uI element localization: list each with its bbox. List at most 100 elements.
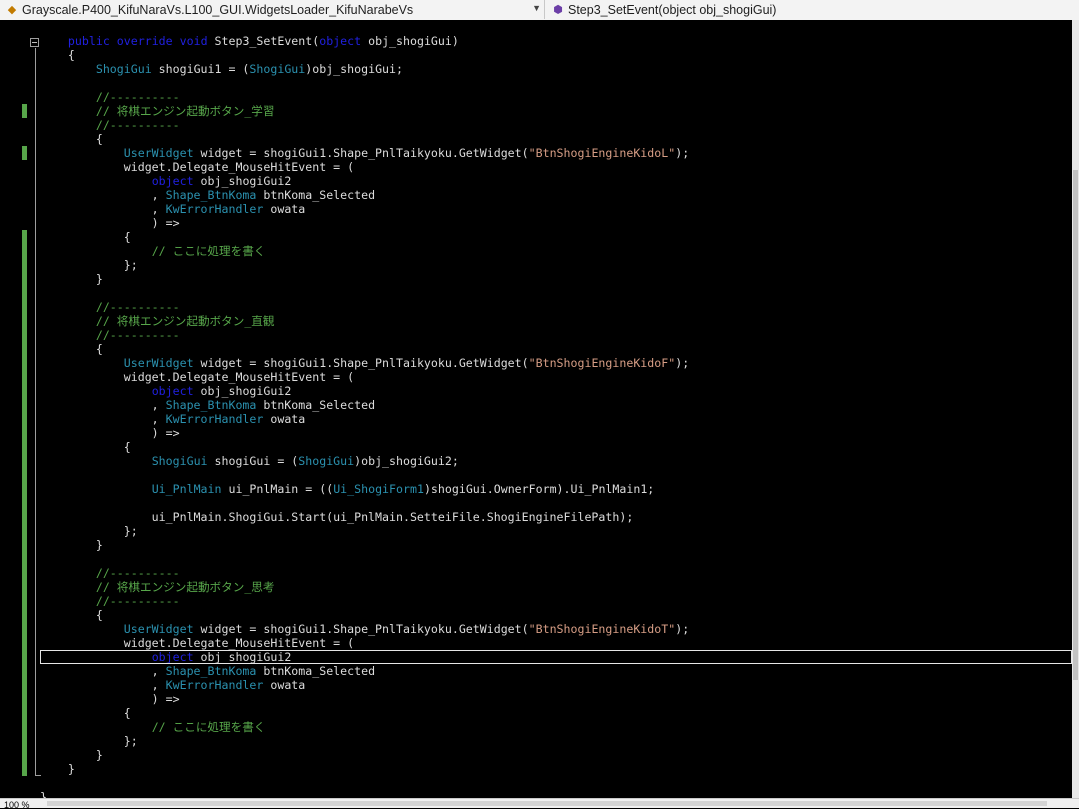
code-line[interactable]: UserWidget widget = shogiGui1.Shape_PnlT… <box>40 622 1072 636</box>
code-line[interactable]: // 将棋エンジン起動ボタン_学習 <box>40 104 1072 118</box>
code-line[interactable]: //---------- <box>40 90 1072 104</box>
code-line[interactable]: , Shape_BtnKoma btnKoma_Selected <box>40 664 1072 678</box>
plain-token: , <box>40 202 166 216</box>
editor-margin <box>0 20 41 798</box>
code-line[interactable]: { <box>40 132 1072 146</box>
code-line[interactable] <box>40 496 1072 510</box>
code-line[interactable]: , KwErrorHandler owata <box>40 202 1072 216</box>
code-line[interactable]: widget.Delegate_MouseHitEvent = ( <box>40 370 1072 384</box>
code-line[interactable]: ui_PnlMain.ShogiGui.Start(ui_PnlMain.Set… <box>40 510 1072 524</box>
string-token: "BtnShogiEngineKidoL" <box>528 146 676 160</box>
code-editor[interactable]: public override void Step3_SetEvent(obje… <box>0 20 1072 798</box>
plain-token: ui_PnlMain.ShogiGui.Start(ui_PnlMain.Set… <box>40 510 634 524</box>
horizontal-scrollbar[interactable] <box>47 801 1047 806</box>
code-line[interactable]: { <box>40 230 1072 244</box>
type-token: ShogiGui <box>151 454 208 468</box>
code-line[interactable]: { <box>40 608 1072 622</box>
keyword-token: object <box>151 384 194 398</box>
member-dropdown[interactable]: ⬢ Step3_SetEvent(object obj_shogiGui) <box>546 0 1079 19</box>
plain-token: btnKoma_Selected <box>256 398 376 412</box>
plain-token: { <box>40 440 131 454</box>
vertical-scrollbar-thumb[interactable] <box>1073 170 1078 680</box>
code-line[interactable]: } <box>40 748 1072 762</box>
code-line[interactable]: } <box>40 272 1072 286</box>
member-dropdown-text: Step3_SetEvent(object obj_shogiGui) <box>568 2 777 17</box>
plain-token: { <box>40 342 103 356</box>
zoom-level-text: 100 % <box>4 800 30 809</box>
code-line[interactable]: { <box>40 440 1072 454</box>
plain-token: widget = shogiGui1.Shape_PnlTaikyoku.Get… <box>193 146 529 160</box>
code-line[interactable]: // ここに処理を書く <box>40 720 1072 734</box>
plain-token: btnKoma_Selected <box>256 664 376 678</box>
code-line[interactable]: ShogiGui shogiGui1 = (ShogiGui)obj_shogi… <box>40 62 1072 76</box>
code-line[interactable]: public override void Step3_SetEvent(obje… <box>40 34 1072 48</box>
code-line[interactable]: , Shape_BtnKoma btnKoma_Selected <box>40 188 1072 202</box>
comment-token: // 将棋エンジン起動ボタン_学習 <box>95 104 275 118</box>
code-line[interactable]: UserWidget widget = shogiGui1.Shape_PnlT… <box>40 356 1072 370</box>
code-line[interactable]: } <box>40 762 1072 776</box>
code-line[interactable]: { <box>40 342 1072 356</box>
code-line[interactable] <box>40 76 1072 90</box>
code-line[interactable]: { <box>40 706 1072 720</box>
plain-token: , <box>40 678 166 692</box>
chevron-down-icon[interactable]: ▼ <box>532 3 541 13</box>
code-line[interactable]: //---------- <box>40 328 1072 342</box>
plain-token: ) => <box>40 426 180 440</box>
code-line[interactable]: widget.Delegate_MouseHitEvent = ( <box>40 160 1072 174</box>
code-line[interactable]: //---------- <box>40 118 1072 132</box>
code-line[interactable]: }; <box>40 258 1072 272</box>
type-token: Shape_BtnKoma <box>165 398 257 412</box>
code-line[interactable]: //---------- <box>40 566 1072 580</box>
code-line[interactable]: // ここに処理を書く <box>40 244 1072 258</box>
plain-token: } <box>40 272 103 286</box>
keyword-token: object <box>319 34 362 48</box>
code-line[interactable]: // 将棋エンジン起動ボタン_思考 <box>40 580 1072 594</box>
plain-token: obj_shogiGui2 <box>193 384 292 398</box>
code-line[interactable]: , Shape_BtnKoma btnKoma_Selected <box>40 398 1072 412</box>
code-line[interactable]: } <box>40 538 1072 552</box>
code-line[interactable] <box>40 286 1072 300</box>
current-code-line[interactable]: object obj_shogiGui2 <box>40 650 1072 664</box>
navigation-bar: ◆ Grayscale.P400_KifuNaraVs.L100_GUI.Wid… <box>0 0 1079 21</box>
code-line[interactable]: UserWidget widget = shogiGui1.Shape_PnlT… <box>40 146 1072 160</box>
plain-token: shogiGui = ( <box>207 454 299 468</box>
change-indicator <box>22 230 27 776</box>
code-line[interactable]: object obj_shogiGui2 <box>40 384 1072 398</box>
code-line[interactable]: }; <box>40 524 1072 538</box>
collapse-toggle-icon[interactable] <box>30 38 39 47</box>
zoom-level-dropdown[interactable]: 100 % <box>2 800 42 809</box>
code-line[interactable] <box>40 776 1072 790</box>
code-line[interactable]: //---------- <box>40 300 1072 314</box>
code-line[interactable]: ShogiGui shogiGui = (ShogiGui)obj_shogiG… <box>40 454 1072 468</box>
code-line[interactable]: , KwErrorHandler owata <box>40 412 1072 426</box>
plain-token: owata <box>263 412 306 426</box>
vertical-scrollbar[interactable] <box>1072 20 1079 798</box>
code-line[interactable]: widget.Delegate_MouseHitEvent = ( <box>40 636 1072 650</box>
comment-token: // ここに処理を書く <box>151 244 266 258</box>
code-line[interactable]: }; <box>40 734 1072 748</box>
code-line[interactable]: } <box>40 790 1072 798</box>
code-line[interactable]: ) => <box>40 216 1072 230</box>
code-line[interactable]: { <box>40 48 1072 62</box>
code-line[interactable]: Ui_PnlMain ui_PnlMain = ((Ui_ShogiForm1)… <box>40 482 1072 496</box>
type-token: KwErrorHandler <box>165 678 264 692</box>
plain-token: { <box>40 706 131 720</box>
code-line[interactable] <box>40 552 1072 566</box>
code-line[interactable]: // 将棋エンジン起動ボタン_直観 <box>40 314 1072 328</box>
code-line[interactable]: , KwErrorHandler owata <box>40 678 1072 692</box>
code-line[interactable]: ) => <box>40 426 1072 440</box>
code-area[interactable]: public override void Step3_SetEvent(obje… <box>40 34 1072 798</box>
plain-token: widget.Delegate_MouseHitEvent = ( <box>40 370 355 384</box>
change-indicator <box>22 146 27 160</box>
type-token: ShogiGui <box>249 62 306 76</box>
type-token: UserWidget <box>123 356 194 370</box>
code-line[interactable]: ) => <box>40 692 1072 706</box>
code-line[interactable]: //---------- <box>40 594 1072 608</box>
code-line[interactable] <box>40 468 1072 482</box>
type-dropdown[interactable]: ◆ Grayscale.P400_KifuNaraVs.L100_GUI.Wid… <box>0 0 545 19</box>
code-line[interactable]: object obj_shogiGui2 <box>40 174 1072 188</box>
plain-token: , <box>40 398 166 412</box>
